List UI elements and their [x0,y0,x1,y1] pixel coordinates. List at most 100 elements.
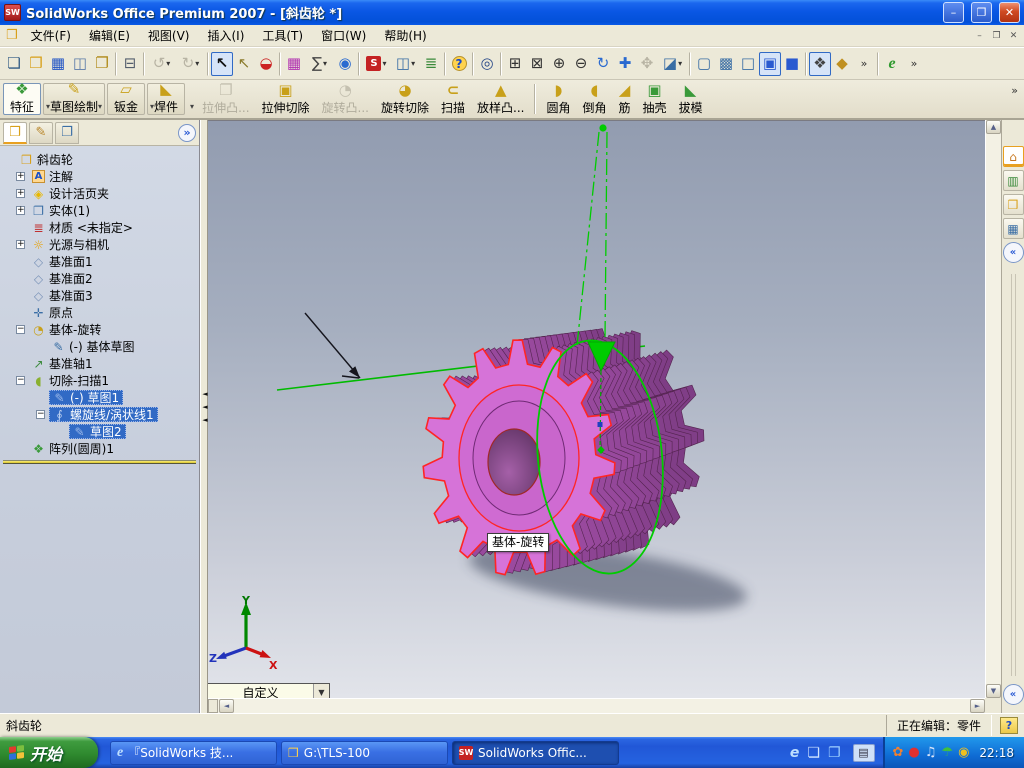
shaded-with-edges-button[interactable]: ▣ ▾ [759,51,781,76]
command-manager-overflow-button[interactable]: » [1007,81,1022,100]
tree-item[interactable]: A 注解 [29,169,76,184]
menu-tools[interactable]: 工具(T) [253,25,312,46]
rollback-bar[interactable] [3,460,196,464]
tree-item-helix1[interactable]: − ∮ 螺旋线/涡状线1 [0,406,199,423]
tree-item-cut-sweep1[interactable]: − ◖ 切除-扫描1 [0,372,199,389]
panel-splitter[interactable]: ◄ ◄ ◄ [200,120,208,713]
tree-item-lights-cameras[interactable]: + ☼ 光源与相机 [0,236,199,253]
tree-item[interactable]: ✎ (-) 基体草图 [49,339,138,354]
tree-item-sketch1[interactable]: ✎ (-) 草图1 [0,389,199,406]
shadows-button[interactable]: ❖ ▾ [809,51,831,76]
combo-dropdown-icon[interactable]: ▼ [313,684,329,698]
quick-tips-help-icon[interactable]: ? [1000,717,1018,734]
tree-item-pattern-circular[interactable]: ❖ 阵列(圆周)1 [0,440,199,457]
minimize-button[interactable]: – [943,2,964,23]
taskbar-task-folder[interactable]: ❒ G:\TLS-100 [281,740,448,765]
graphics-viewport[interactable]: Y Z X 基体-旋转 自定义 ▼ [208,120,985,698]
tree-item-annotations[interactable]: + A 注解 [0,168,199,185]
revolved-cut-button[interactable]: ◕ 旋转切除 [375,81,435,117]
make-drawing-button[interactable]: ◫ ▾ [69,52,91,76]
menu-edit[interactable]: 编辑(E) [80,25,139,46]
search-button[interactable]: ◉ ▾ [334,52,356,76]
scroll-left-button[interactable]: ◄ [219,699,234,713]
collapse-taskpane-button[interactable]: « [1002,242,1024,263]
tray-volume-icon[interactable]: ♫ [925,746,937,759]
tree-item[interactable]: ≣ 材质 <未指定> [29,220,136,235]
solidworks-office-button[interactable]: S ▾ [362,52,391,76]
taskbar-task-browser[interactable]: e 『SolidWorks 技... [110,740,277,765]
shaded-button[interactable]: ■ ▾ [781,52,803,76]
tree-expander[interactable]: + [16,189,25,198]
tree-item-design-binder[interactable]: + ◈ 设计活页夹 [0,185,199,202]
selection-filter-button[interactable]: ↖ ▾ [233,52,255,76]
design-library-tab[interactable]: ▥ [1002,170,1024,191]
pan-button[interactable]: ✚ ▾ [614,52,636,76]
collapse-taskpane-bottom-button[interactable]: « [1002,684,1024,705]
toolbar-overflow-button[interactable]: » ▾ [903,52,925,76]
menu-window[interactable]: 窗口(W) [312,25,375,46]
chamfer-button[interactable]: ◖ 倒角 [576,81,612,117]
tab-sketch[interactable]: ✎ 草图绘制 ▾ [43,82,106,115]
tree-expander[interactable]: − [36,410,45,419]
tree-expander[interactable]: − [16,376,25,385]
draft-button[interactable]: ◣ 拔模 [673,81,709,117]
view-layout-button[interactable]: ◫ ▾ [391,52,420,76]
section-view-button[interactable]: ◪ ▾ [658,52,687,76]
tree-item[interactable]: ◇ 基准面3 [29,288,96,303]
tree-item[interactable]: ✛ 原点 [29,305,76,320]
edrawings-button[interactable]: e ▾ [881,52,903,76]
menu-help[interactable]: 帮助(H) [375,25,435,46]
horizontal-scrollbar[interactable]: ◄ ► [208,698,985,713]
tree-item-plane2[interactable]: ◇ 基准面2 [0,270,199,287]
options-list-button[interactable]: ≣ ▾ [420,52,442,76]
tree-item[interactable]: ◇ 基准面2 [29,271,96,286]
tree-item-solid-bodies[interactable]: + ❐ 实体(1) [0,202,199,219]
tree-item[interactable]: ◇ 基准面1 [29,254,96,269]
restore-button[interactable]: ❐ [971,2,992,23]
tree-item-material[interactable]: ≣ 材质 <未指定> [0,219,199,236]
tree-item-plane3[interactable]: ◇ 基准面3 [0,287,199,304]
tree-item-part-root[interactable]: ❒ 斜齿轮 [0,151,199,168]
select-button[interactable]: ↖ ▾ [211,51,233,76]
tree-item[interactable]: ↗ 基准轴1 [29,356,96,371]
quick-launch-ie-icon[interactable]: e [790,746,800,760]
rotate-view-button[interactable]: ↻ ▾ [592,52,614,76]
tab-sheet-metal[interactable]: ▱ 钣金 ▾ [107,82,154,115]
tree-item-plane1[interactable]: ◇ 基准面1 [0,253,199,270]
menu-view[interactable]: 视图(V) [139,25,199,46]
scrollbar-split-handle[interactable] [208,699,218,713]
tree-item[interactable]: ◔ 基体-旋转 [29,322,104,337]
mdi-close-button[interactable]: ✕ [1005,28,1022,43]
realview-button[interactable]: ◆ ▾ [831,52,853,76]
lofted-boss-button[interactable]: ▲ 放样凸... [471,81,530,117]
file-explorer-tab[interactable]: ❒ [1002,194,1024,215]
tree-item[interactable]: ◈ 设计活页夹 [29,186,112,201]
hidden-lines-visible-button[interactable]: ▩ ▾ [715,52,737,76]
scroll-down-button[interactable]: ▼ [986,684,1001,698]
scroll-up-button[interactable]: ▲ [986,120,1001,134]
zoom-in-out-button[interactable]: ⊕ ▾ [548,52,570,76]
tree-expander[interactable]: + [16,172,25,181]
vertical-scrollbar[interactable]: ▲ ▼ [985,120,1001,698]
mdi-minimize-button[interactable]: – [971,28,988,43]
zoom-out-button[interactable]: ⊖ ▾ [570,52,592,76]
tree-item-axis1[interactable]: ↗ 基准轴1 [0,355,199,372]
start-button[interactable]: 开始 [0,737,98,768]
tree-item[interactable]: ☼ 光源与相机 [29,237,112,252]
quick-launch-desktop-icon[interactable]: ❏ [807,746,820,760]
tray-umbrella-icon[interactable]: ☂ [941,746,953,759]
configurationmanager-tab[interactable]: ❐ [55,121,79,144]
help-button[interactable]: ? ▾ [448,52,470,76]
tree-item-base-sketch[interactable]: ✎ (-) 基体草图 [0,338,199,355]
expand-panel-button[interactable]: » [178,123,196,142]
zoom-area-button[interactable]: ⊞ ▾ [504,52,526,76]
shell-button[interactable]: ▣ 抽壳 [637,81,673,117]
quick-launch-app-icon[interactable]: ❐ [828,746,841,760]
tab-features[interactable]: ❖ 特征 ▾ [3,82,50,115]
tree-item[interactable]: ❒ 斜齿轮 [17,152,76,167]
language-bar-icon[interactable]: ▤ [852,743,875,762]
tree-item-origin[interactable]: ✛ 原点 [0,304,199,321]
zoom-fit-button[interactable]: ⊠ ▾ [526,52,548,76]
drag-drop-palette-tab[interactable]: ▦ [1002,218,1024,239]
mdi-restore-button[interactable]: ❐ [988,28,1005,43]
